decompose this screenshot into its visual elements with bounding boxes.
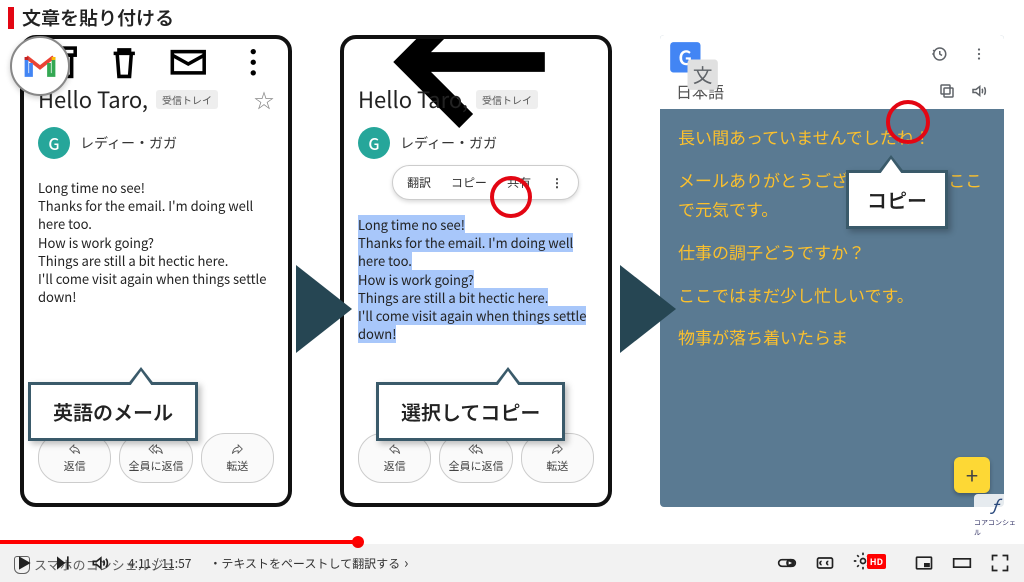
callout-english-mail: 英語のメール	[28, 382, 198, 441]
star-icon[interactable]: ☆	[254, 85, 274, 114]
more-vert-icon-2[interactable]	[970, 45, 988, 63]
sender-avatar[interactable]: G	[38, 127, 70, 159]
page-title: 文章を貼り付ける	[22, 4, 174, 31]
menu-share[interactable]: 共有	[497, 170, 541, 195]
forward-button[interactable]: 転送	[201, 433, 274, 483]
menu-copy[interactable]: コピー	[441, 170, 497, 195]
gmail-toolbar	[38, 49, 274, 75]
menu-translate[interactable]: 翻訳	[397, 170, 441, 195]
title-accent	[8, 7, 14, 29]
settings-button[interactable]: HD	[853, 551, 896, 576]
autoplay-toggle[interactable]	[777, 553, 797, 573]
sender-avatar-2[interactable]: G	[358, 127, 390, 159]
arrow-step-1	[296, 265, 352, 353]
svg-text:文: 文	[693, 59, 713, 88]
chapter-title[interactable]: ・テキストをペーストして翻訳する ›	[209, 553, 408, 573]
callout-copy: コピー	[846, 170, 948, 229]
sender-name: レディー・ガガ	[80, 133, 177, 153]
title-bar: 文章を貼り付ける	[0, 0, 1024, 35]
inbox-badge: 受信トレイ	[156, 90, 218, 109]
speaker-icon[interactable]	[970, 82, 988, 100]
copy-icon[interactable]	[938, 82, 956, 100]
miniplayer-button[interactable]	[914, 553, 934, 573]
next-button[interactable]	[52, 553, 72, 573]
gmail-toolbar-2	[358, 49, 594, 75]
trash-icon[interactable]	[103, 41, 146, 84]
arrow-step-2	[620, 265, 676, 353]
email-subject-2: Hello Taro,	[358, 83, 468, 115]
translate-app-icon: G 文	[664, 36, 724, 96]
captions-button[interactable]	[815, 553, 835, 573]
gmail-logo-icon	[22, 48, 58, 84]
mail-unread-icon[interactable]	[167, 41, 210, 84]
text-selection-menu: 翻訳 コピー 共有 ⋮	[392, 165, 579, 200]
fullscreen-button[interactable]	[990, 553, 1010, 573]
video-controls: 4:11 / 11:57 ・テキストをペーストして翻訳する › HD	[0, 544, 1024, 582]
channel-watermark[interactable]: ƒ コアコンシェル	[974, 494, 1016, 536]
volume-button[interactable]	[90, 553, 110, 573]
more-vert-icon[interactable]	[232, 41, 275, 84]
gmail-app-icon	[10, 36, 70, 96]
translated-text[interactable]: 長い間あっていませんでしたね！ メールありがとうございます。私もここで元気です。…	[660, 109, 1004, 380]
add-fab[interactable]: +	[954, 457, 990, 493]
translate-panel: 日本語 長い間あっていませんでしたね！ メールありがとうございます。私もここで元…	[660, 35, 1004, 507]
video-time: 4:11 / 11:57	[128, 555, 191, 572]
menu-more-icon[interactable]: ⋮	[541, 170, 574, 195]
play-button[interactable]	[14, 553, 34, 573]
translate-logo-icon: G 文	[668, 40, 720, 92]
sender-name-2: レディー・ガガ	[400, 133, 497, 153]
history-icon[interactable]	[930, 45, 948, 63]
callout-select-copy: 選択してコピー	[376, 382, 565, 441]
theater-button[interactable]	[952, 553, 972, 573]
hd-badge: HD	[867, 554, 886, 569]
inbox-badge-2: 受信トレイ	[476, 90, 538, 109]
